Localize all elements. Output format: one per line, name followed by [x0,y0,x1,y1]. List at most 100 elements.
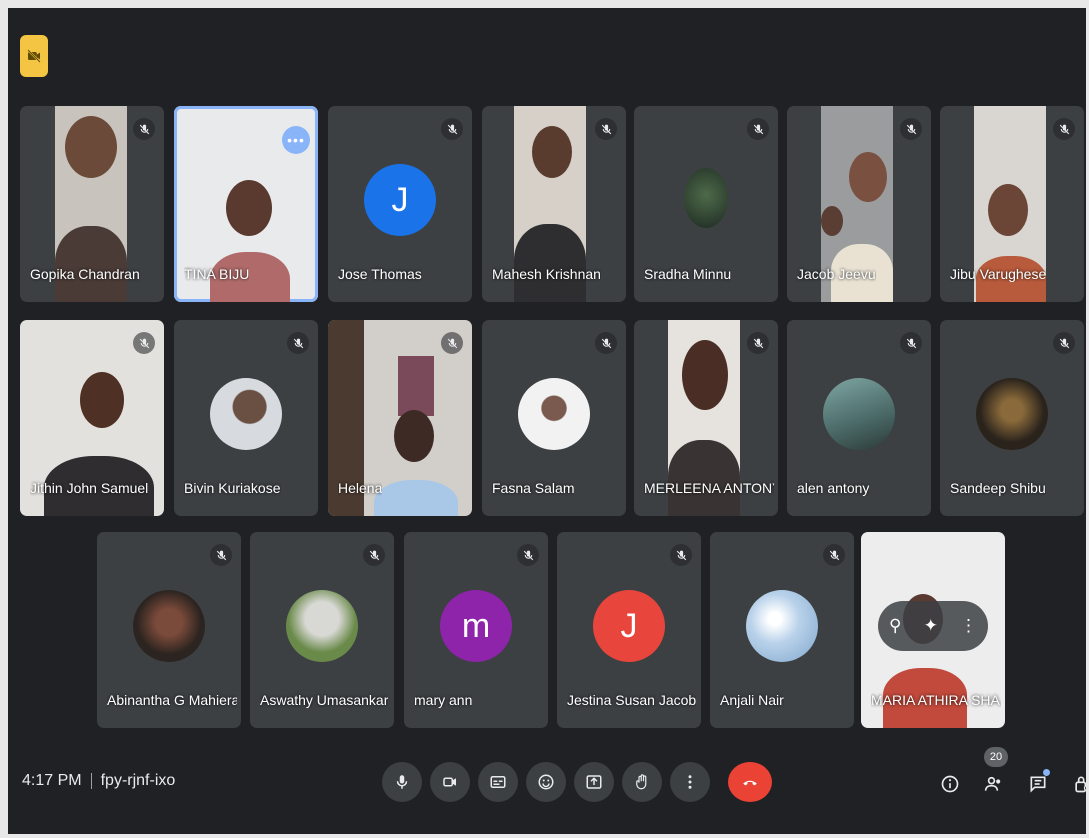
participant-name: Gopika Chandran [30,266,140,282]
mic-icon [396,775,408,789]
mic-off-icon [906,338,916,348]
mic-off-indicator [595,332,617,354]
participant-name: MARIA ATHIRA SHA... [871,692,1001,708]
participant-name: Bivin Kuriakose [184,480,281,496]
profile-photo [976,378,1048,450]
activities-icon [1075,776,1086,793]
mic-off-indicator [595,118,617,140]
chat-button[interactable] [1024,769,1052,799]
mic-off-indicator [747,118,769,140]
participant-tile[interactable]: Sradha Minnu [634,106,778,302]
profile-photo [286,590,358,662]
present-icon [586,775,602,789]
effects-icon[interactable]: ✦ [924,616,938,636]
participant-tile[interactable]: MERLEENA ANTONY [634,320,778,516]
info-button[interactable] [936,769,964,799]
people-button[interactable]: 20 [980,747,1008,799]
mic-off-indicator [900,118,922,140]
camera-off-icon [27,49,41,63]
mic-off-indicator [517,544,539,566]
profile-photo [518,378,590,450]
participant-tile[interactable]: Jibu Varughese [940,106,1084,302]
profile-photo [823,378,895,450]
present-button[interactable] [574,762,614,802]
participant-name: Mahesh Krishnan [492,266,601,282]
meeting-code: fpy-rjnf-ixo [100,772,176,789]
activities-button[interactable] [1068,769,1086,799]
pin-icon[interactable]: ⚲ [889,616,901,636]
letter-avatar: J [593,590,665,662]
participant-name: MERLEENA ANTONY [644,480,774,496]
participant-name: Fasna Salam [492,480,575,496]
mic-off-icon [601,338,611,348]
mic-off-icon [447,124,457,134]
mic-button[interactable] [382,762,422,802]
participant-tile[interactable]: alen antony [787,320,931,516]
camera-icon [443,777,456,787]
mic-off-icon [139,124,149,134]
meeting-time: 4:17 PM [22,772,82,789]
emoji-button[interactable] [526,762,566,802]
participant-tile[interactable]: m mary ann [404,532,548,728]
mic-off-indicator [210,544,232,566]
mic-off-icon [1059,124,1069,134]
speaking-indicator: ••• [282,126,310,154]
participant-tile[interactable]: Mahesh Krishnan [482,106,626,302]
camera-button[interactable] [430,762,470,802]
captions-icon [490,776,506,788]
participant-tile[interactable]: Anjali Nair [710,532,854,728]
camera-off-indicator[interactable] [20,35,48,77]
raise-hand-button[interactable] [622,762,662,802]
participant-tile[interactable]: J Jestina Susan Jacob [557,532,701,728]
mic-off-icon [369,550,379,560]
participant-name: mary ann [414,692,473,708]
participant-tile[interactable]: Jithin John Samuel [20,320,164,516]
self-view-menu: ⚲ ✦ ⋮ [878,601,988,651]
mic-off-icon [753,338,763,348]
participant-name: Aswathy Umasankar [260,692,389,708]
participant-tile[interactable]: Helena [328,320,472,516]
participant-tile[interactable]: Aswathy Umasankar [250,532,394,728]
bottom-toolbar: 4:17 PM fpy-rjnf-ixo 20 [8,744,1086,834]
participant-count-badge: 20 [984,747,1008,767]
mic-off-icon [601,124,611,134]
meet-window: Gopika Chandran ••• TINA BIJU J Jose Tho… [8,8,1086,834]
participant-tile[interactable]: Abinantha G Mahiera [97,532,241,728]
end-call-button[interactable] [728,762,772,802]
end-call-icon [743,780,757,786]
participant-name: Anjali Nair [720,692,784,708]
participant-tile[interactable]: Jacob Jeevu [787,106,931,302]
mic-off-indicator [133,118,155,140]
mic-off-indicator [900,332,922,354]
mic-off-indicator [441,332,463,354]
participant-name: Sradha Minnu [644,266,732,282]
profile-photo [746,590,818,662]
mic-off-icon [447,338,457,348]
participant-tile[interactable]: Bivin Kuriakose [174,320,318,516]
letter-avatar: m [440,590,512,662]
call-controls [382,762,772,802]
profile-photo [210,378,282,450]
mic-off-icon [829,550,839,560]
captions-button[interactable] [478,762,518,802]
participant-tile[interactable]: Sandeep Shibu [940,320,1084,516]
participant-name: Abinantha G Mahiera [107,692,237,708]
participant-name: Jestina Susan Jacob [567,692,697,708]
participant-tile[interactable]: J Jose Thomas [328,106,472,302]
participant-name: alen antony [797,480,870,496]
mic-off-icon [753,124,763,134]
mic-off-indicator [441,118,463,140]
unread-dot [1043,769,1050,776]
more-vert-icon[interactable]: ⋮ [960,616,977,636]
meeting-info: 4:17 PM fpy-rjnf-ixo [22,772,175,790]
mic-off-icon [906,124,916,134]
mic-off-indicator [133,332,155,354]
participant-tile-speaking[interactable]: ••• TINA BIJU [174,106,318,302]
profile-photo [684,168,728,228]
more-options-button[interactable] [670,762,710,802]
mic-off-icon [523,550,533,560]
more-options-icon [688,775,692,789]
participant-tile[interactable]: Gopika Chandran [20,106,164,302]
participant-tile[interactable]: Fasna Salam [482,320,626,516]
participant-name: Jithin John Samuel [30,480,149,496]
